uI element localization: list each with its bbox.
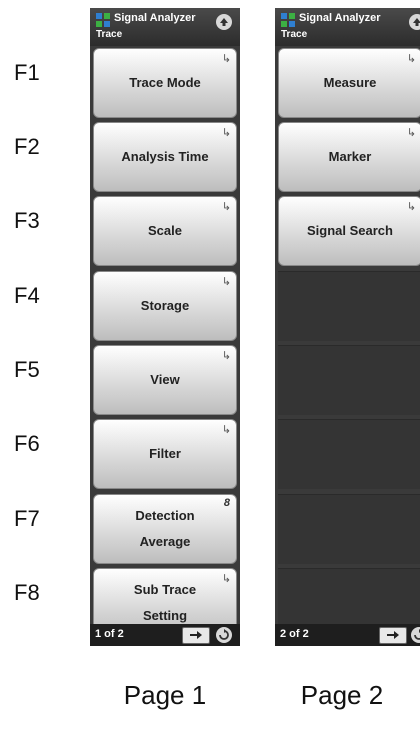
softkey-label: Storage <box>140 298 190 313</box>
panel-header: Signal Analyzer Trace <box>90 8 240 46</box>
return-button[interactable] <box>411 627 420 643</box>
fkey-label-f2: F2 <box>14 134 40 159</box>
softkey-label: Scale <box>148 223 182 238</box>
menu-title: Trace <box>281 29 308 40</box>
softkey-measure[interactable]: ↳ Measure <box>278 48 420 118</box>
softkey-view[interactable]: ↳ View <box>93 345 237 415</box>
up-arrow-icon <box>413 18 420 26</box>
panel-footer: 1 of 2 <box>90 624 240 646</box>
softkey-analysis-time[interactable]: ↳ Analysis Time <box>93 122 237 192</box>
softkey-label-line1: Detection <box>135 508 195 523</box>
up-arrow-button[interactable] <box>216 14 232 30</box>
softkey-label: View <box>150 372 180 387</box>
return-icon <box>414 629 420 640</box>
softkey-scale[interactable]: ↳ Scale <box>93 196 237 266</box>
softkey-label-line2: Average <box>139 534 191 549</box>
softkey-filter[interactable]: ↳ Filter <box>93 419 237 489</box>
page-caption-2: Page 2 <box>300 680 384 710</box>
fkey-label-f1: F1 <box>14 60 40 85</box>
softkey-label: Measure <box>323 75 377 90</box>
softkey-detection-average[interactable]: 8 Detection Average <box>93 494 237 564</box>
softkey-label: Analysis Time <box>121 149 209 164</box>
softkey-marker[interactable]: ↳ Marker <box>278 122 420 192</box>
softkey-storage[interactable]: ↳ Storage <box>93 271 237 341</box>
softkey-label-line1: Sub Trace <box>133 582 197 597</box>
next-page-button[interactable] <box>379 627 407 644</box>
softkey-trace-mode[interactable]: ↳ Trace Mode <box>93 48 237 118</box>
softkey-label: Marker <box>328 149 372 164</box>
fkey-label-f6: F6 <box>14 431 40 456</box>
page-indicator: 2 of 2 <box>280 628 309 640</box>
softkey-signal-search[interactable]: ↳ Signal Search <box>278 196 420 266</box>
softkey-label: Trace Mode <box>129 75 201 90</box>
empty-softkey-slot <box>278 419 420 489</box>
up-arrow-button[interactable] <box>409 14 420 30</box>
fkey-label-f4: F4 <box>14 283 40 308</box>
panel-footer: 2 of 2 <box>275 624 420 646</box>
right-arrow-icon <box>387 631 399 639</box>
softkey-label: Filter <box>149 446 181 461</box>
fkey-label-f3: F3 <box>14 208 40 233</box>
right-arrow-icon <box>190 631 202 639</box>
signal-analyzer-icon <box>96 13 110 27</box>
up-arrow-icon <box>220 18 228 26</box>
menu-panel-page2: Signal Analyzer Trace ↳ Measure ↳ Marker… <box>275 8 420 646</box>
page-caption-1: Page 1 <box>123 680 207 710</box>
return-icon <box>219 629 229 640</box>
return-button[interactable] <box>216 627 232 643</box>
signal-analyzer-icon <box>281 13 295 27</box>
empty-softkey-slot <box>278 494 420 564</box>
panel-header: Signal Analyzer Trace <box>275 8 420 46</box>
page-indicator: 1 of 2 <box>95 628 124 640</box>
fkey-label-f7: F7 <box>14 506 40 531</box>
menu-title: Trace <box>96 29 123 40</box>
empty-softkey-slot <box>278 271 420 341</box>
menu-panel-page1: Signal Analyzer Trace ↳ Trace Mode ↳ Ana… <box>90 8 240 646</box>
next-page-button[interactable] <box>182 627 210 644</box>
app-title: Signal Analyzer <box>114 12 196 24</box>
fkey-label-f8: F8 <box>14 580 40 605</box>
fkey-label-f5: F5 <box>14 357 40 382</box>
app-title: Signal Analyzer <box>299 12 381 24</box>
softkey-label: Signal Search <box>307 223 393 238</box>
empty-softkey-slot <box>278 345 420 415</box>
